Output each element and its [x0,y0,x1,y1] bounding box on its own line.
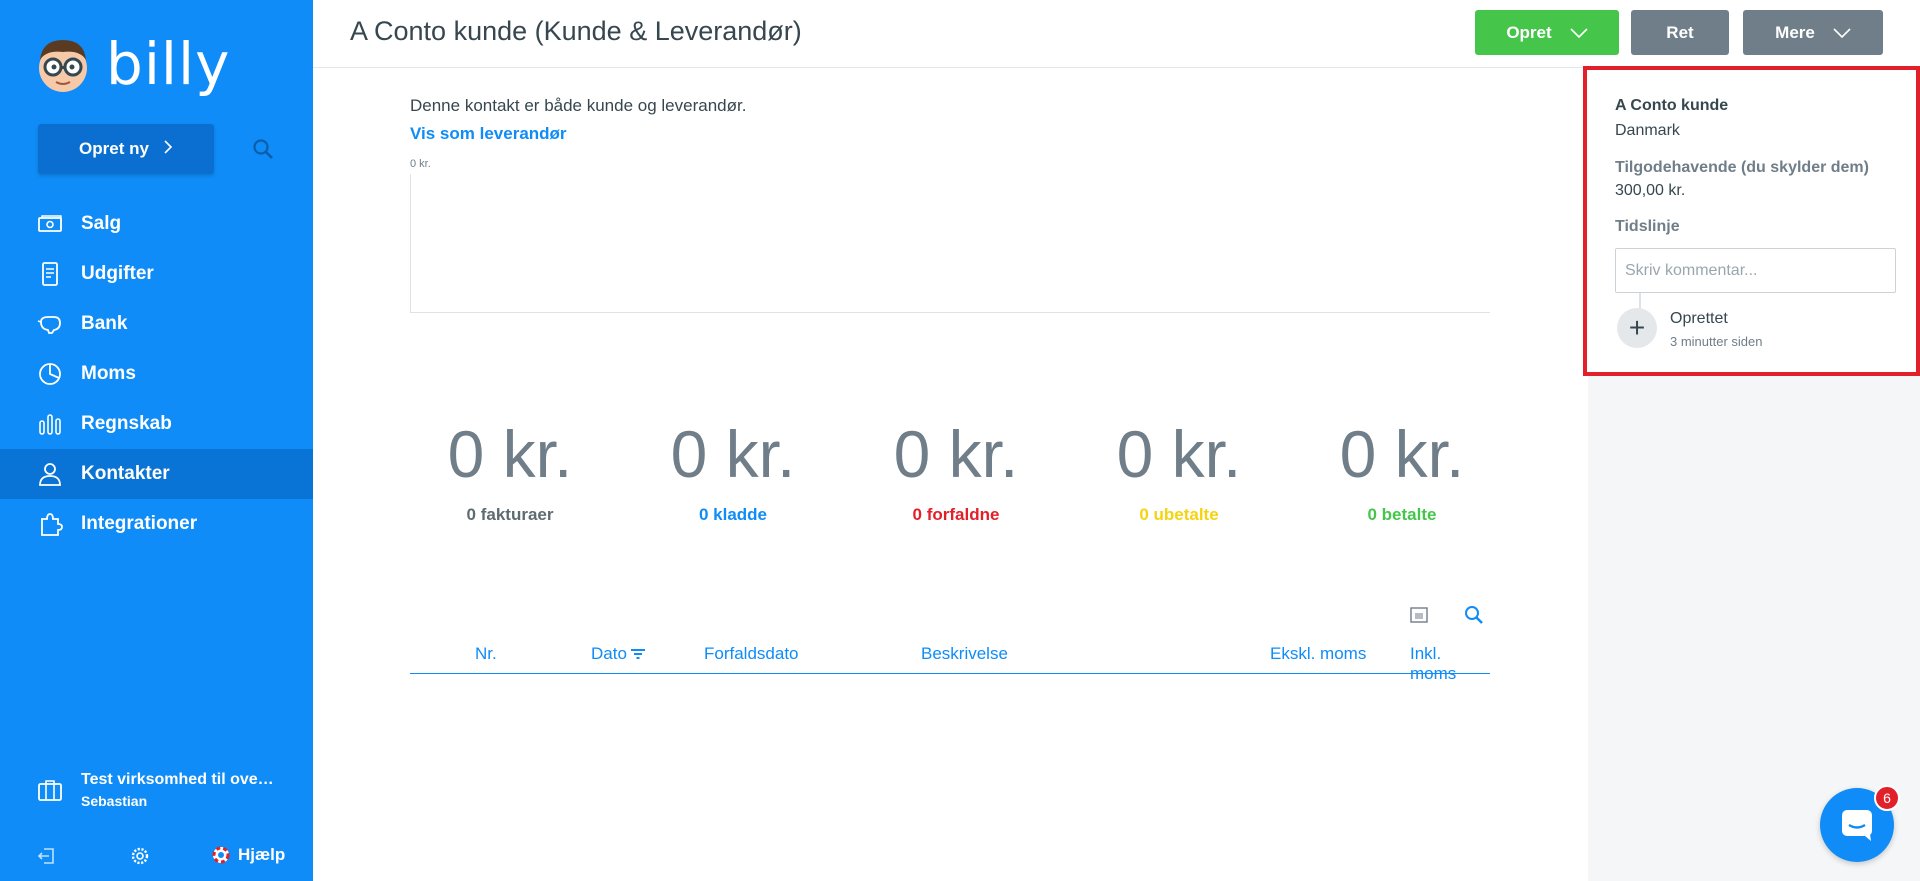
nav-item-label: Kontakter [81,463,170,484]
stat-unpaid: 0 kr. 0 ubetalte [1079,419,1279,525]
stat-drafts: 0 kr. 0 kladde [633,419,833,525]
receipt-icon [42,262,58,286]
edit-button-label: Ret [1666,22,1694,42]
billy-mascot-icon [36,34,90,94]
column-ekskl-moms[interactable]: Ekskl. moms [1270,644,1366,664]
barchart-icon [39,414,61,435]
timeline-event-time: 3 minutter siden [1670,334,1763,349]
timeline-event-title: Oprettet [1670,310,1728,327]
plus-icon: + [1617,308,1657,348]
column-forfaldsdato[interactable]: Forfaldsdato [704,644,799,664]
stat-label-overdue[interactable]: 0 forfaldne [856,505,1056,525]
more-button-label: Mere [1775,22,1815,42]
stat-label-unpaid[interactable]: 0 ubetalte [1079,505,1279,525]
logo-text: billy [106,30,231,98]
nav-item-kontakter[interactable]: Kontakter [0,449,313,499]
nav-item-udgifter[interactable]: Udgifter [0,249,313,299]
briefcase-icon [38,780,62,801]
comment-input[interactable] [1615,248,1896,293]
stat-amount: 0 kr. [1339,417,1465,491]
chevron-down-icon [1570,23,1588,43]
puzzle-icon [41,513,63,536]
nav-item-integrationer[interactable]: Integrationer [0,499,313,549]
calendar-icon[interactable] [1409,605,1429,630]
create-new-button[interactable]: Opret ny [38,124,214,174]
column-beskrivelse[interactable]: Beskrivelse [921,644,1008,664]
stat-paid: 0 kr. 0 betalte [1302,419,1502,525]
logout-icon[interactable] [36,846,56,871]
timeline-label: Tidslinje [1615,218,1680,235]
nav-item-label: Moms [81,363,136,384]
balance-chart [410,174,1490,313]
sort-icon [630,649,645,659]
chart-y-label: 0 kr. [410,158,431,170]
stat-overdue: 0 kr. 0 forfaldne [856,419,1056,525]
main-content: Denne kontakt er både kunde og leverandø… [313,69,1588,881]
stat-amount: 0 kr. [447,417,573,491]
column-dato-label: Dato [591,644,627,663]
table-header: Nr. Dato Forfaldsdato Beskrivelse Ekskl.… [410,639,1490,683]
nav-item-label: Udgifter [81,263,154,284]
company-name: Test virksomhed til ove… [81,771,274,788]
chat-unread-badge: 6 [1874,785,1900,811]
edit-button[interactable]: Ret [1631,10,1729,55]
stat-amount: 0 kr. [670,417,796,491]
stat-amount: 0 kr. [1116,417,1242,491]
piechart-icon [39,363,61,385]
stat-invoices: 0 kr. 0 fakturaer [410,419,610,525]
contact-info-card: A Conto kunde Danmark Tilgodehavende (du… [1583,66,1920,376]
nav-item-label: Regnskab [81,413,172,434]
column-dato[interactable]: Dato [591,644,645,664]
stats-summary: 0 kr. 0 fakturaer 0 kr. 0 kladde 0 kr. 0… [410,419,1525,524]
contact-description: Denne kontakt er både kunde og leverandø… [410,96,747,115]
nav-item-bank[interactable]: Bank [0,299,313,349]
nav-item-label: Integrationer [81,513,198,534]
balance-value: 300,00 kr. [1615,182,1686,199]
create-dropdown-button[interactable]: Opret [1475,10,1619,55]
page-title: A Conto kunde (Kunde & Leverandør) [350,16,802,46]
table-search-icon[interactable] [1464,605,1484,630]
logo[interactable]: billy [36,34,230,94]
chevron-right-icon [163,139,173,159]
page-header: A Conto kunde (Kunde & Leverandør) Opret… [313,0,1920,68]
lifebuoy-icon [212,846,230,864]
stat-label-drafts[interactable]: 0 kladde [633,505,833,525]
column-inkl-moms[interactable]: Inkl. moms [1410,644,1490,684]
chevron-down-icon [1833,23,1851,43]
column-nr[interactable]: Nr. [475,644,497,664]
contact-country: Danmark [1615,122,1680,139]
contact-name: A Conto kunde [1615,97,1729,114]
stat-amount: 0 kr. [893,417,1019,491]
create-new-label: Opret ny [79,139,149,158]
nav-item-label: Bank [81,313,128,334]
money-icon [38,215,62,232]
help-label: Hjælp [238,845,286,864]
main-nav: Salg Udgifter Bank Moms Regnskab Kontakt… [0,199,313,549]
company-switcher[interactable]: Test virksomhed til ove… Sebastian [37,771,274,809]
nav-item-moms[interactable]: Moms [0,349,313,399]
help-link[interactable]: Hjælp [212,845,285,865]
company-user: Sebastian [81,793,148,809]
nav-item-regnskab[interactable]: Regnskab [0,399,313,449]
show-as-supplier-link[interactable]: Vis som leverandør [410,124,567,144]
gear-icon[interactable] [130,846,150,871]
nav-item-salg[interactable]: Salg [0,199,313,249]
piggybank-icon [37,316,61,334]
stat-label-paid[interactable]: 0 betalte [1302,505,1502,525]
search-icon[interactable] [252,138,274,165]
nav-item-label: Salg [81,213,122,234]
create-button-label: Opret [1506,22,1552,42]
balance-label: Tilgodehavende (du skylder dem) [1615,159,1869,176]
more-dropdown-button[interactable]: Mere [1743,10,1883,55]
sidebar: billy Opret ny Salg Udgifter Bank Moms R… [0,0,313,881]
sidebar-bottom-bar: Hjælp [0,842,313,872]
chat-icon [1842,810,1872,841]
stat-label-invoices[interactable]: 0 fakturaer [410,505,610,525]
user-icon [39,463,61,486]
